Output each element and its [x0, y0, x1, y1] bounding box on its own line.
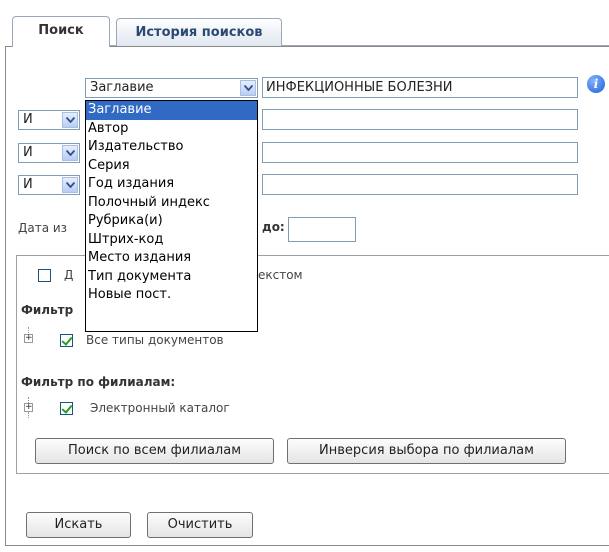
branch-label: Электронный каталог — [90, 401, 230, 415]
query-input-4[interactable] — [262, 174, 578, 195]
dropdown-option[interactable]: Тип документа — [86, 268, 257, 287]
query-input-2[interactable] — [262, 109, 578, 130]
chevron-down-icon[interactable] — [62, 112, 78, 128]
fulltext-label-start: Д — [64, 268, 74, 282]
chevron-down-icon[interactable] — [62, 177, 78, 193]
search-button[interactable]: Искать — [26, 512, 131, 538]
tree-line — [28, 327, 29, 333]
doc-filter-label: Фильтр — [21, 303, 74, 317]
operator-value: И — [23, 177, 33, 192]
operator-select-3[interactable]: И — [18, 175, 80, 195]
expand-icon[interactable]: + — [24, 334, 33, 343]
clear-button[interactable]: Очистить — [147, 512, 253, 538]
dropdown-option[interactable]: Издательство — [86, 138, 257, 157]
invert-branches-button[interactable]: Инверсия выбора по филиалам — [287, 438, 566, 464]
dropdown-option[interactable]: Год издания — [86, 175, 257, 194]
operator-value: И — [23, 112, 33, 127]
search-all-branches-button[interactable]: Поиск по всем филиалам — [35, 438, 274, 464]
operator-select-2[interactable]: И — [18, 143, 80, 163]
field-select-value: Заглавие — [90, 80, 154, 95]
tree-line — [28, 412, 29, 418]
dropdown-option[interactable]: Заглавие — [86, 101, 257, 120]
chevron-down-icon[interactable] — [62, 145, 78, 161]
doc-types-checkbox[interactable] — [60, 334, 73, 347]
fulltext-label-end: екстом — [258, 268, 303, 282]
operator-select-1[interactable]: И — [18, 110, 80, 130]
dropdown-option[interactable]: Штрих-код — [86, 231, 257, 250]
query-input[interactable]: ИНФЕКЦИОННЫЕ БОЛЕЗНИ — [262, 77, 578, 98]
field-select[interactable]: Заглавие — [85, 78, 258, 98]
branch-filter-label: Фильтр по филиалам: — [21, 375, 176, 389]
query-input-3[interactable] — [262, 142, 578, 163]
date-to-label: до: — [262, 220, 285, 234]
dropdown-option[interactable]: Рубрика(и) — [86, 212, 257, 231]
dropdown-option[interactable]: Новые пост. — [86, 286, 257, 305]
chevron-down-icon[interactable] — [240, 80, 256, 96]
dropdown-option[interactable]: Серия — [86, 157, 257, 176]
dropdown-option[interactable]: Автор — [86, 120, 257, 139]
expand-icon[interactable]: + — [24, 403, 33, 412]
dropdown-option[interactable]: Полочный индекс — [86, 194, 257, 213]
field-dropdown-list[interactable]: Заглавие Автор Издательство Серия Год издани… — [85, 100, 258, 332]
operator-value: И — [23, 145, 33, 160]
info-icon[interactable]: i — [587, 75, 605, 93]
dropdown-option[interactable]: Место издания — [86, 249, 257, 268]
doc-types-label: Все типы документов — [86, 333, 224, 347]
fulltext-checkbox[interactable] — [38, 269, 51, 282]
tab-search[interactable]: Поиск — [12, 16, 110, 47]
branch-checkbox[interactable] — [60, 402, 73, 415]
tab-history[interactable]: История поисков — [116, 18, 282, 46]
date-to-input[interactable] — [288, 217, 356, 242]
date-label: Дата из — [18, 221, 68, 235]
